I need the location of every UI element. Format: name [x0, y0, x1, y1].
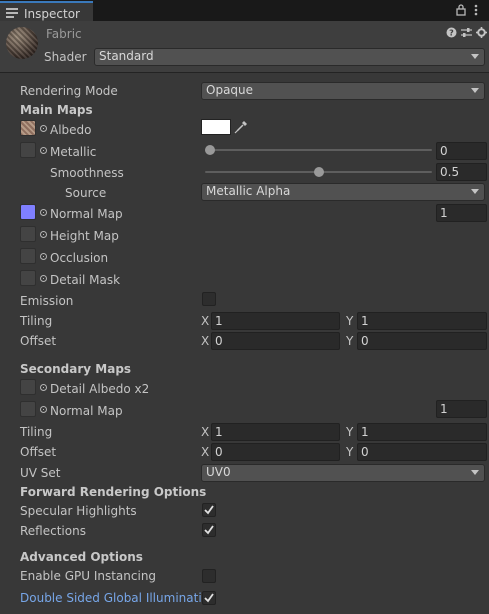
smoothness-label: Smoothness [50, 166, 124, 180]
offset-label: Offset [20, 334, 57, 348]
offset-x-label: X [201, 334, 210, 348]
more-menu-icon[interactable] [474, 4, 478, 16]
tab-inspector[interactable]: Inspector [0, 1, 93, 21]
detail-mask-texture-slot[interactable] [20, 270, 36, 286]
emission-label: Emission [20, 294, 74, 308]
secondary-offset-y-label: Y [346, 445, 354, 459]
uv-set-dropdown[interactable]: UV0 [201, 464, 485, 482]
uv-set-label: UV Set [20, 466, 61, 480]
uv-set-value: UV0 [206, 465, 231, 479]
shader-label: Shader [44, 50, 87, 64]
material-name: Fabric [46, 27, 82, 41]
tiling-x-label: X [201, 314, 210, 328]
material-preview-sphere [6, 27, 38, 59]
object-picker-icon[interactable] [40, 209, 47, 216]
emission-checkbox[interactable] [202, 292, 216, 306]
shader-dropdown[interactable]: Standard [94, 48, 485, 66]
albedo-texture-slot[interactable] [20, 120, 36, 136]
eyedropper-icon[interactable] [234, 120, 248, 134]
secondary-offset-label: Offset [20, 445, 57, 459]
secondary-tiling-label: Tiling [20, 425, 53, 439]
gear-icon[interactable] [476, 27, 487, 38]
secondary-tiling-y-label: Y [346, 425, 354, 439]
secondary-normal-map-scale-field[interactable]: 1 [436, 400, 487, 418]
rendering-mode-value: Opaque [206, 83, 254, 97]
detail-albedo-label: Detail Albedo x2 [50, 382, 150, 396]
secondary-normal-map-label: Normal Map [50, 404, 123, 418]
tiling-x-field[interactable]: 1 [211, 312, 340, 330]
checkmark-icon [204, 505, 214, 515]
specular-highlights-checkbox[interactable] [202, 503, 216, 517]
rendering-mode-dropdown[interactable]: Opaque [201, 82, 485, 100]
offset-y-label: Y [346, 334, 354, 348]
object-picker-icon[interactable] [40, 406, 47, 413]
metallic-label: Metallic [50, 145, 97, 159]
height-map-label: Height Map [50, 229, 119, 243]
detail-mask-label: Detail Mask [50, 273, 121, 287]
source-value: Metallic Alpha [206, 184, 291, 198]
tiling-label: Tiling [20, 314, 53, 328]
tiling-y-label: Y [346, 314, 354, 328]
object-picker-icon[interactable] [40, 147, 47, 154]
forward-rendering-heading: Forward Rendering Options [20, 485, 207, 499]
tab-label: Inspector [24, 7, 80, 21]
source-label: Source [65, 186, 107, 200]
object-picker-icon[interactable] [40, 275, 47, 282]
normal-map-label: Normal Map [50, 207, 123, 221]
metallic-slider-handle[interactable] [205, 145, 215, 155]
object-picker-icon[interactable] [40, 384, 47, 391]
albedo-label: Albedo [50, 123, 92, 137]
double-sided-gi-checkbox[interactable] [202, 591, 216, 605]
secondary-offset-x-field[interactable]: 0 [211, 443, 340, 461]
metallic-slider-track[interactable] [205, 149, 432, 151]
normal-map-scale-field[interactable]: 1 [436, 204, 487, 222]
rendering-mode-label: Rendering Mode [20, 84, 118, 98]
inspector-icon [6, 8, 18, 18]
albedo-color-swatch[interactable] [201, 119, 231, 135]
chevron-down-icon [471, 54, 479, 59]
lock-icon[interactable] [456, 4, 466, 16]
secondary-offset-x-label: X [201, 445, 210, 459]
metallic-texture-slot[interactable] [20, 142, 36, 158]
offset-y-field[interactable]: 0 [357, 332, 487, 350]
secondary-tiling-x-label: X [201, 425, 210, 439]
gpu-instancing-checkbox[interactable] [202, 569, 216, 583]
reflections-checkbox[interactable] [202, 523, 216, 537]
preset-icon[interactable] [461, 27, 472, 38]
detail-albedo-texture-slot[interactable] [20, 379, 36, 395]
double-sided-gi-label: Double Sided Global Illumination [20, 591, 217, 605]
object-picker-icon[interactable] [40, 231, 47, 238]
help-icon[interactable]: ? [446, 27, 457, 38]
occlusion-texture-slot[interactable] [20, 248, 36, 264]
smoothness-slider-handle[interactable] [313, 167, 324, 177]
checkmark-icon [204, 525, 214, 535]
source-dropdown[interactable]: Metallic Alpha [201, 183, 485, 201]
svg-text:?: ? [449, 29, 454, 38]
occlusion-label: Occlusion [50, 251, 109, 265]
chevron-down-icon [471, 189, 479, 194]
main-maps-heading: Main Maps [20, 103, 93, 117]
smoothness-field[interactable]: 0.5 [436, 163, 487, 181]
gpu-instancing-label: Enable GPU Instancing [20, 569, 157, 583]
secondary-offset-y-field[interactable]: 0 [357, 443, 487, 461]
secondary-tiling-y-field[interactable]: 1 [357, 423, 487, 441]
shader-value: Standard [99, 49, 154, 63]
secondary-tiling-x-field[interactable]: 1 [211, 423, 340, 441]
chevron-down-icon [471, 470, 479, 475]
secondary-normal-map-texture-slot[interactable] [20, 401, 36, 417]
metallic-field[interactable]: 0 [436, 142, 487, 160]
specular-highlights-label: Specular Highlights [20, 504, 137, 518]
object-picker-icon[interactable] [40, 253, 47, 260]
object-picker-icon[interactable] [40, 125, 47, 132]
secondary-maps-heading: Secondary Maps [20, 362, 132, 376]
height-map-texture-slot[interactable] [20, 226, 36, 242]
offset-x-field[interactable]: 0 [211, 332, 340, 350]
advanced-options-heading: Advanced Options [20, 550, 143, 564]
checkmark-icon [204, 593, 214, 603]
chevron-down-icon [471, 88, 479, 93]
tiling-y-field[interactable]: 1 [357, 312, 487, 330]
normal-map-texture-slot[interactable] [20, 204, 36, 220]
reflections-label: Reflections [20, 524, 86, 538]
